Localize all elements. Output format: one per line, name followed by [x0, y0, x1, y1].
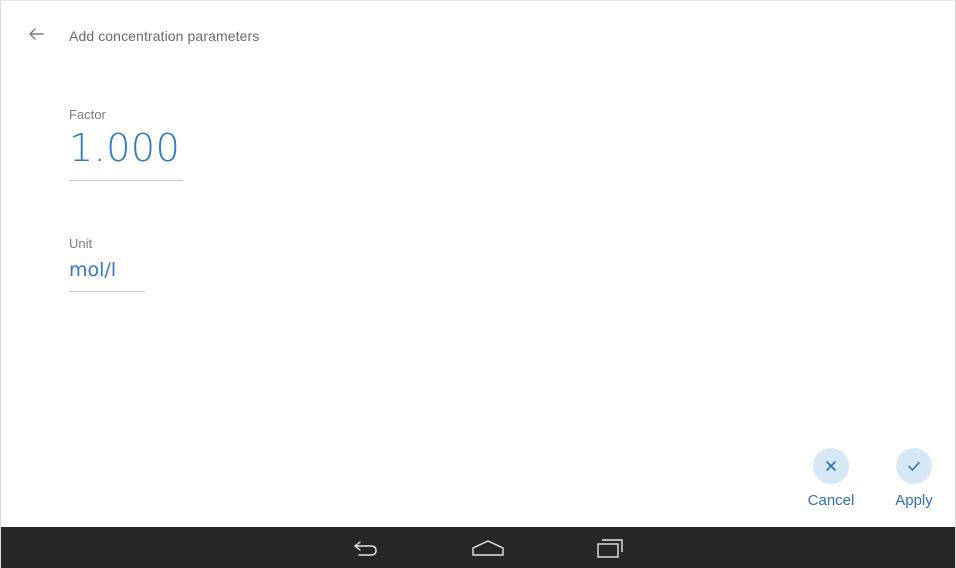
nav-recent-apps-icon [597, 539, 623, 558]
header: Add concentration parameters [1, 1, 955, 61]
unit-value[interactable]: mol/l [69, 257, 145, 283]
unit-label: Unit [69, 236, 93, 251]
factor-label: Factor [69, 107, 106, 122]
back-button[interactable] [27, 25, 45, 43]
screen: Add concentration parameters Factor 1.00… [0, 0, 956, 568]
factor-field[interactable]: Factor 1.000 [69, 107, 183, 181]
nav-home-button[interactable] [469, 537, 507, 559]
check-icon [908, 461, 920, 471]
arrow-left-icon [29, 28, 44, 40]
apply-label[interactable]: Apply [895, 492, 933, 509]
cancel-button[interactable]: Cancel [801, 448, 861, 509]
apply-circle[interactable] [896, 448, 932, 484]
unit-field[interactable]: Unit mol/l [69, 236, 145, 292]
cancel-label[interactable]: Cancel [808, 492, 855, 509]
nav-back-icon [354, 541, 377, 556]
nav-recent-apps-button[interactable] [593, 537, 627, 559]
system-navigation-bar [1, 527, 955, 568]
unit-underline [69, 291, 145, 292]
factor-underline [69, 180, 183, 181]
nav-back-button[interactable] [351, 537, 381, 559]
close-icon [826, 461, 836, 471]
page-title: Add concentration parameters [69, 28, 260, 44]
nav-home-icon [472, 540, 504, 556]
cancel-circle[interactable] [813, 448, 849, 484]
apply-button[interactable]: Apply [885, 448, 943, 509]
factor-value[interactable]: 1.000 [69, 126, 183, 170]
